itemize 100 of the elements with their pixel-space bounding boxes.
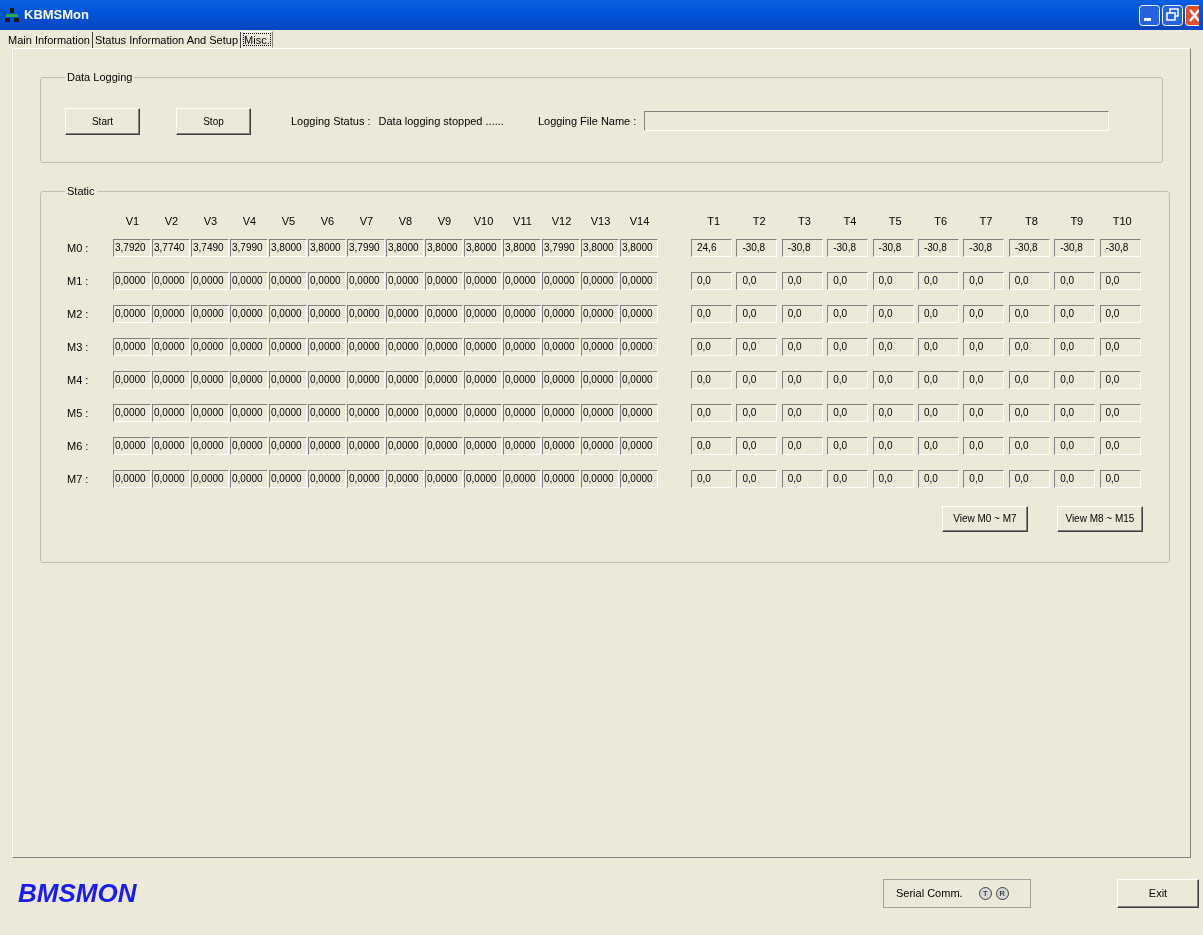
value-field: 0,0000 (581, 470, 619, 488)
value-field: 0,0 (736, 404, 778, 422)
value-field: 0,0 (963, 272, 1005, 290)
column-header: T10 (1111, 214, 1133, 230)
value-field: 0,0000 (191, 305, 229, 323)
value-field: 0,0 (781, 437, 823, 455)
value-field: 0,0000 (386, 305, 424, 323)
value-field: 0,0 (963, 470, 1005, 488)
value-field: 0,0000 (152, 338, 190, 356)
value-field: 0,0000 (308, 338, 346, 356)
value-field: 0,0 (1099, 371, 1141, 389)
column-header: V9 (436, 214, 453, 230)
value-field: 0,0000 (113, 470, 151, 488)
value-field: 0,0000 (620, 305, 658, 323)
value-field: 0,0000 (386, 371, 424, 389)
value-field: 0,0 (691, 470, 732, 488)
button[interactable]: Exit (1117, 878, 1199, 908)
value-field: 0,0 (691, 338, 732, 356)
value-field: 0,0000 (347, 404, 385, 422)
value-field: 0,0000 (308, 272, 346, 290)
value-field: 0,0000 (425, 404, 463, 422)
value-field: 0,0 (1054, 470, 1096, 488)
value-field: 0,0 (1054, 305, 1096, 323)
status-value: Data logging stopped ...... (378, 113, 504, 129)
value-field: 0,0 (1008, 338, 1050, 356)
value-field: 0,0000 (347, 272, 385, 290)
value-field: 0,0 (1099, 272, 1141, 290)
value-field: 0,0000 (113, 338, 151, 356)
value-field: 3,8000 (464, 239, 502, 257)
value-field: 0,0000 (425, 338, 463, 356)
value-field: 0,0 (736, 470, 778, 488)
value-field: 3,7990 (542, 239, 580, 257)
value-field: 0,0 (736, 272, 778, 290)
value-field: 0,0000 (464, 404, 502, 422)
column-header: V12 (550, 214, 573, 230)
minimize-icon[interactable] (1139, 4, 1160, 26)
tab[interactable]: Misc. (241, 31, 273, 48)
value-field: 0,0000 (425, 437, 463, 455)
value-field: 0,0000 (425, 272, 463, 290)
value-field: 0,0000 (308, 404, 346, 422)
column-header: T7 (978, 214, 994, 230)
value-field: -30,8 (872, 239, 914, 257)
column-header: V3 (202, 214, 219, 230)
app-logo: BMSMON (18, 876, 138, 910)
value-field: 0,0000 (542, 272, 580, 290)
value-field: 0,0000 (269, 338, 307, 356)
value-field: 3,8000 (386, 239, 424, 257)
value-field: 0,0000 (191, 371, 229, 389)
value-field: -30,8 (963, 239, 1005, 257)
value-field: 0,0 (1008, 371, 1050, 389)
file-name-field[interactable] (644, 111, 1110, 131)
tab[interactable]: Main Information (6, 32, 93, 48)
close-icon[interactable] (1185, 4, 1199, 26)
value-field: 0,0 (872, 470, 914, 488)
maximize-icon[interactable] (1162, 4, 1183, 26)
value-field: 0,0 (781, 305, 823, 323)
value-field: 0,0000 (269, 305, 307, 323)
value-field: 0,0 (1054, 338, 1096, 356)
value-field: 0,0 (827, 470, 869, 488)
value-field: 0,0000 (425, 470, 463, 488)
value-field: 0,0 (736, 371, 778, 389)
value-field: 0,0000 (152, 404, 190, 422)
value-field: 0,0000 (542, 404, 580, 422)
value-field: 0,0000 (503, 272, 541, 290)
value-field: 3,7920 (113, 239, 151, 257)
value-field: 0,0000 (464, 371, 502, 389)
column-header: T3 (797, 214, 812, 230)
value-field: 0,0 (781, 272, 823, 290)
button[interactable]: View M8 ~ M15 (1056, 505, 1143, 532)
value-field: 0,0 (917, 272, 959, 290)
value-field: 0,0000 (425, 305, 463, 323)
value-field: 0,0000 (113, 371, 151, 389)
column-header: T8 (1024, 214, 1039, 230)
value-field: 0,0 (781, 338, 823, 356)
value-field: 0,0000 (386, 338, 424, 356)
value-field: 0,0 (691, 404, 732, 422)
value-field: 0,0 (1099, 437, 1141, 455)
column-header: V2 (163, 214, 180, 230)
value-field: 0,0000 (191, 404, 229, 422)
button[interactable]: Start (65, 107, 140, 135)
button[interactable]: View M0 ~ M7 (941, 505, 1028, 532)
column-header: V13 (589, 214, 612, 230)
value-field: 0,0000 (230, 305, 268, 323)
serial-label: Serial Comm. (896, 885, 963, 901)
value-field: 0,0 (917, 404, 959, 422)
value-field: 3,8000 (308, 239, 346, 257)
column-header: V7 (358, 214, 375, 230)
button[interactable]: Stop (176, 107, 251, 135)
value-field: 0,0 (963, 404, 1005, 422)
value-field: -30,8 (736, 239, 778, 257)
value-field: 0,0 (736, 305, 778, 323)
value-field: 0,0000 (269, 470, 307, 488)
value-field: 0,0 (1008, 305, 1050, 323)
value-field: -30,8 (781, 239, 823, 257)
value-field: 0,0000 (386, 470, 424, 488)
indicator-light: R (995, 886, 1009, 900)
value-field: 0,0000 (152, 305, 190, 323)
value-field: 0,0000 (230, 437, 268, 455)
value-field: 0,0000 (113, 437, 151, 455)
value-field: 0,0 (1008, 437, 1050, 455)
